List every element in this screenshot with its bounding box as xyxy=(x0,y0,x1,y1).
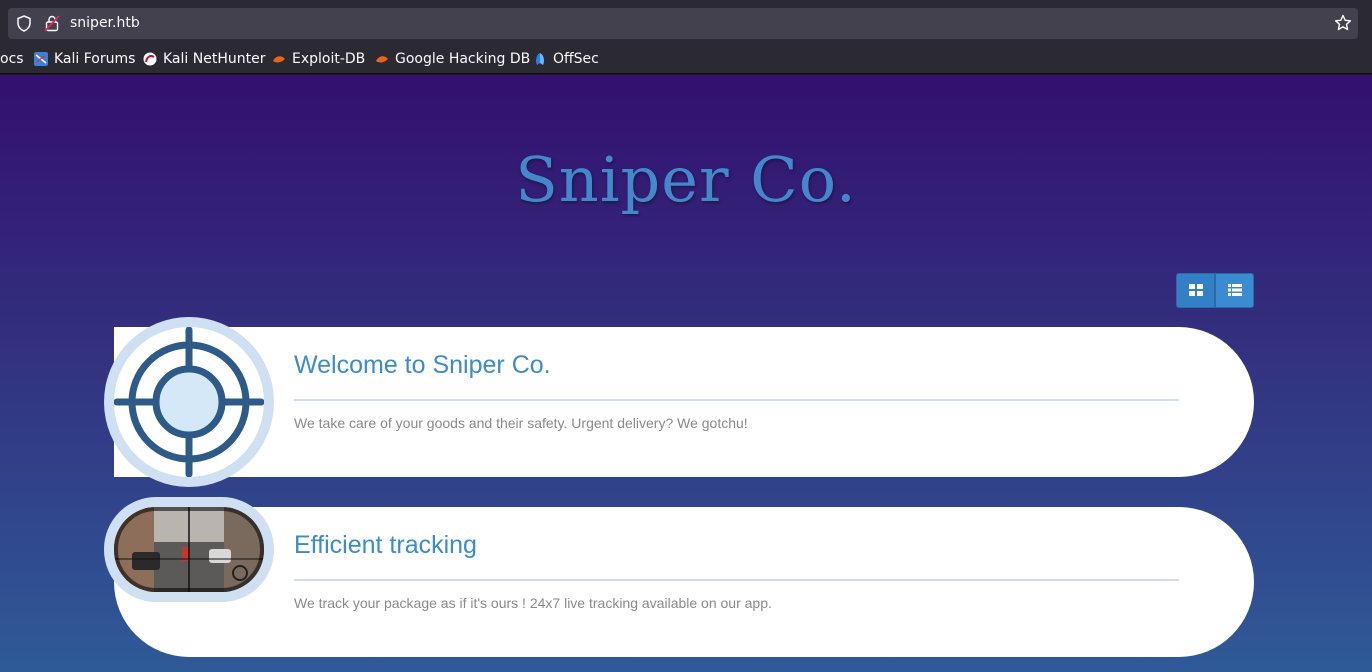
card-divider xyxy=(294,399,1179,401)
url-bar[interactable]: sniper.htb xyxy=(8,8,1358,39)
card-avatar xyxy=(104,317,274,487)
bookmark-kali-nethunter[interactable]: Kali NetHunter xyxy=(143,50,265,68)
page-content: Sniper Co. Welcome to Sniper Co. We take… xyxy=(0,75,1372,672)
bookmark-kali-forums[interactable]: Kali Forums xyxy=(34,50,135,68)
grid-view-icon xyxy=(1188,281,1203,300)
view-toggle xyxy=(1176,273,1254,308)
site-title: Sniper Co. xyxy=(515,143,857,216)
bookmark-exploit-db[interactable]: Exploit-DB xyxy=(272,50,365,68)
bookmarks-toolbar: ocs Kali Forums Kali NetHunter Exploit-D… xyxy=(0,44,1372,74)
card-avatar xyxy=(104,497,274,602)
card-description: We track your package as if it's ours ! … xyxy=(294,595,772,611)
exploit-db-icon xyxy=(272,52,286,66)
bookmark-label: ocs xyxy=(0,51,24,67)
list-view-icon xyxy=(1227,281,1242,300)
kali-nethunter-icon xyxy=(143,52,157,66)
bookmark-label: Google Hacking DB xyxy=(395,51,531,67)
bookmark-label: Exploit-DB xyxy=(292,51,366,67)
bookmark-google-hacking-db[interactable]: Google Hacking DB xyxy=(375,50,530,68)
card-heading: Welcome to Sniper Co. xyxy=(294,351,551,379)
bookmark-label: Kali Forums xyxy=(54,51,136,67)
kali-forums-icon xyxy=(34,52,48,66)
card-divider xyxy=(294,579,1179,581)
google-hacking-db-icon xyxy=(375,52,389,66)
list-view-button[interactable] xyxy=(1215,273,1254,308)
shield-icon[interactable] xyxy=(16,15,32,36)
offsec-icon xyxy=(533,52,547,66)
bookmark-kali-docs[interactable]: ocs xyxy=(0,50,24,68)
insecure-lock-icon[interactable] xyxy=(44,14,60,36)
url-text[interactable]: sniper.htb xyxy=(70,14,140,32)
bookmark-label: OffSec xyxy=(553,51,599,67)
bookmark-offsec[interactable]: OffSec xyxy=(533,50,599,68)
scope-photo xyxy=(114,507,264,592)
grid-view-button[interactable] xyxy=(1176,273,1215,308)
card-description: We take care of your goods and their saf… xyxy=(294,415,748,431)
browser-toolbar: sniper.htb xyxy=(0,0,1372,44)
feature-card-tracking: Efficient tracking We track your package… xyxy=(104,497,1254,657)
bookmark-label: Kali NetHunter xyxy=(163,51,266,67)
crosshair-icon xyxy=(114,327,264,477)
card-heading: Efficient tracking xyxy=(294,531,477,559)
bookmark-star-icon[interactable] xyxy=(1334,14,1352,36)
feature-card-welcome: Welcome to Sniper Co. We take care of yo… xyxy=(104,317,1254,487)
